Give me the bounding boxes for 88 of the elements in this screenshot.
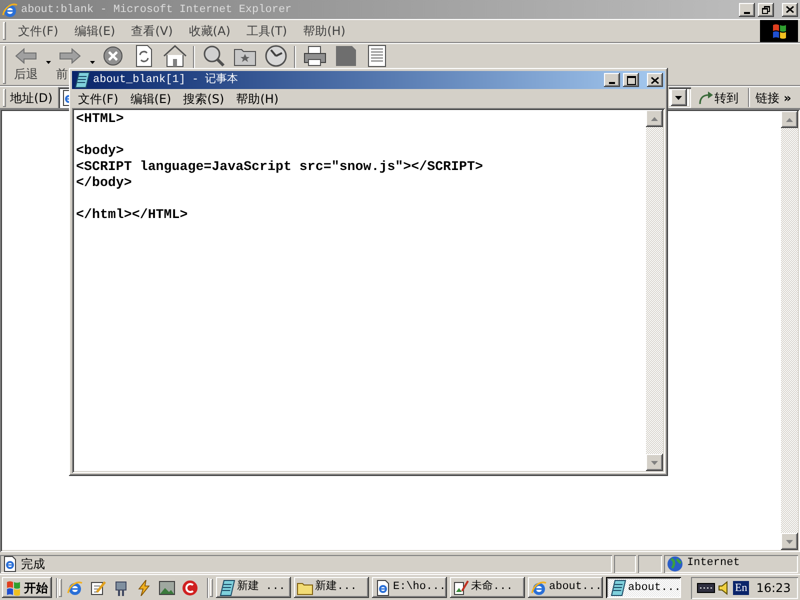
- status-panel: [638, 554, 662, 572]
- browser-logo-icon: [531, 580, 547, 596]
- taskbar-button[interactable]: E:\ho...: [372, 577, 447, 598]
- notebook-icon: [74, 72, 90, 88]
- menu-item[interactable]: 文件(F): [72, 90, 124, 108]
- taskbar-button[interactable]: 新建...: [294, 577, 369, 598]
- close-icon: [651, 76, 659, 84]
- browser-page-icon: [2, 556, 18, 572]
- minimize-button[interactable]: [604, 73, 620, 87]
- stop-icon: [102, 46, 122, 66]
- flag-icon: [5, 580, 22, 596]
- maximize-button[interactable]: [623, 73, 639, 87]
- restore-icon: [762, 6, 770, 14]
- scroll-down-button[interactable]: [781, 533, 798, 550]
- vertical-scrollbar[interactable]: [781, 111, 798, 550]
- close-icon: [786, 6, 794, 13]
- notebook-icon: [219, 580, 235, 596]
- menu-item[interactable]: 帮助(H): [295, 21, 354, 41]
- clock: 16:23: [756, 580, 791, 596]
- clock-icon: [264, 45, 286, 67]
- status-text: 完成: [21, 556, 45, 572]
- menu-item[interactable]: 查看(V): [123, 21, 181, 41]
- browser-page-icon: [375, 580, 391, 596]
- go-button[interactable]: 转到: [694, 87, 742, 108]
- scroll-up-button[interactable]: [646, 110, 663, 127]
- back-button[interactable]: 后退: [9, 45, 43, 81]
- pencil-paper-icon[interactable]: [90, 580, 106, 596]
- star-folder-icon: [234, 46, 256, 66]
- down-arrow-icon: [786, 540, 793, 544]
- address-label: 地址(D): [10, 90, 53, 106]
- input-language-indicator[interactable]: En: [733, 580, 750, 594]
- right-arrow-icon: [59, 48, 81, 64]
- menu-item[interactable]: 帮助(H): [230, 90, 285, 108]
- speaker-icon[interactable]: [718, 580, 730, 594]
- links-label: 链接: [756, 90, 780, 106]
- menu-item[interactable]: 文件(F): [10, 21, 66, 41]
- up-arrow-icon: [651, 116, 658, 120]
- toolbar-label[interactable]: 前: [53, 67, 68, 81]
- minimize-icon: [609, 82, 615, 84]
- scroll-up-button[interactable]: [781, 111, 798, 128]
- caret-icon: [46, 61, 50, 64]
- flag-logo-icon: [760, 20, 798, 42]
- curved-arrow-icon: [698, 90, 714, 104]
- browser-logo-icon[interactable]: [67, 580, 83, 596]
- caret-icon: [675, 96, 682, 100]
- text-editor[interactable]: <HTML> <body> <SCRIPT language=JavaScript src="snow.js"></SCRIPT> </body> </html></HTML>: [72, 108, 665, 473]
- up-arrow-icon: [786, 118, 793, 122]
- plug-icon[interactable]: [113, 580, 129, 596]
- keyboard-icon[interactable]: [697, 582, 715, 594]
- menu-item[interactable]: 编辑(E): [66, 21, 124, 41]
- maximize-icon: [626, 76, 636, 84]
- lightning-icon[interactable]: [136, 580, 152, 596]
- status-panel: [614, 554, 636, 572]
- document-text: <HTML> <body> <SCRIPT language=JavaScript src="snow.js"></SCRIPT> </body> </html></HTML>: [76, 111, 483, 223]
- square-icon: [336, 46, 356, 66]
- folder-icon: [297, 580, 313, 594]
- window-title: about_blank[1] - 记事本: [93, 73, 238, 87]
- taskbar-button[interactable]: about...: [606, 577, 681, 598]
- swirl-icon[interactable]: [182, 580, 198, 596]
- taskbar-button[interactable]: 未命...: [450, 577, 525, 598]
- left-arrow-icon: [15, 48, 37, 64]
- menu-item[interactable]: 工具(T): [238, 21, 296, 41]
- taskbar-button[interactable]: 新建 ...: [216, 577, 291, 598]
- zone-label: Internet: [687, 556, 740, 572]
- address-field[interactable]: [58, 87, 70, 108]
- vertical-scrollbar[interactable]: [646, 110, 663, 471]
- chevron-button[interactable]: »: [784, 90, 792, 104]
- dropdown-button[interactable]: [668, 87, 691, 108]
- menu-item[interactable]: 搜索(S): [177, 90, 230, 108]
- scroll-down-button[interactable]: [646, 454, 663, 471]
- close-button[interactable]: [782, 2, 798, 16]
- minimize-button[interactable]: [739, 2, 755, 16]
- landscape-picture-icon[interactable]: [159, 580, 175, 596]
- close-button[interactable]: [647, 73, 663, 87]
- browser-logo-icon: [2, 2, 18, 18]
- caret-icon: [90, 61, 94, 64]
- restore-button[interactable]: [758, 2, 774, 16]
- menu-item[interactable]: 收藏(A): [180, 21, 238, 41]
- globe-icon: [667, 556, 683, 572]
- start-button[interactable]: 开始: [2, 577, 52, 598]
- window-title: about:blank - Microsoft Internet Explorer: [21, 2, 292, 16]
- minimize-icon: [744, 12, 750, 14]
- picture-brush-icon: [453, 580, 469, 596]
- notebook-icon: [610, 580, 626, 596]
- taskbar-button[interactable]: about...: [528, 577, 603, 598]
- down-arrow-icon: [651, 460, 658, 464]
- menu-item[interactable]: 编辑(E): [124, 90, 178, 108]
- printer-icon: [304, 46, 326, 66]
